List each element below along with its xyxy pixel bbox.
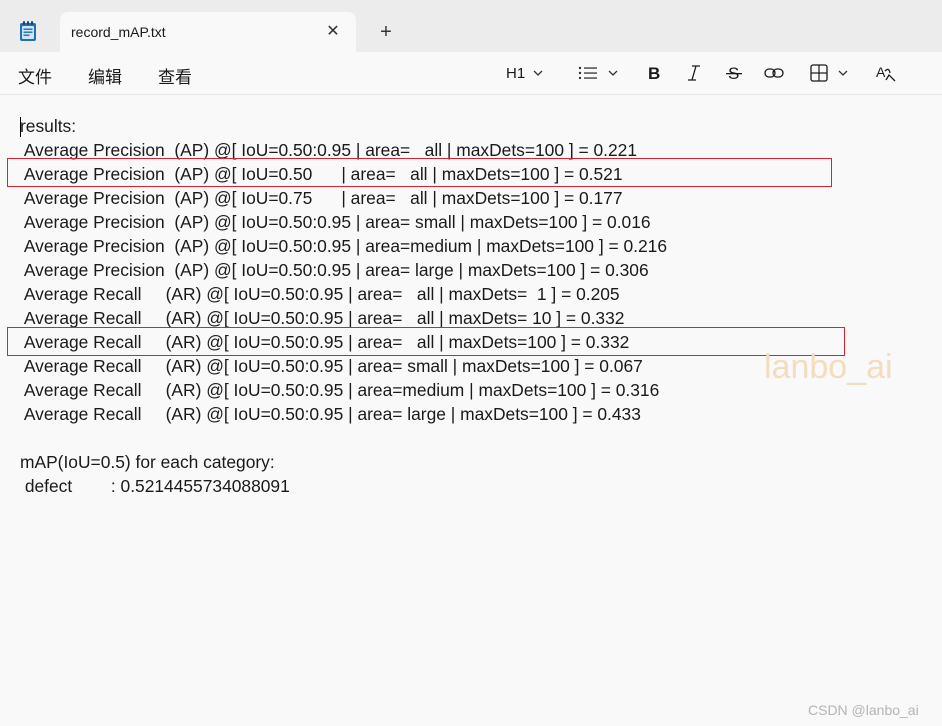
menu-view[interactable]: 查看 [158,63,192,88]
svg-text:A: A [876,64,886,80]
spellcheck-button[interactable]: A [876,61,896,85]
line-4: Average Precision (AP) @[ IoU=0.75 | are… [20,188,623,208]
italic-button[interactable] [686,61,702,85]
menu-bar: 文件 编辑 查看 H1 B S A [0,52,942,95]
line-5: Average Precision (AP) @[ IoU=0.50:0.95 … [20,212,651,232]
chevron-down-icon [533,70,543,76]
heading-label: H1 [506,64,526,82]
document-tab[interactable]: record_mAP.txt ✕ [60,12,356,54]
tab-bar: record_mAP.txt ✕ + [0,0,942,54]
new-tab-button[interactable]: + [374,20,398,44]
line-16: defect : 0.5214455734088091 [20,476,290,496]
svg-text:B: B [648,64,660,82]
watermark-text: lanbo_ai [764,348,893,386]
strikethrough-icon: S [726,64,742,82]
chevron-down-icon [608,70,618,76]
line-7: Average Precision (AP) @[ IoU=0.50:0.95 … [20,260,649,280]
notepad-icon [18,20,38,42]
bullet-list-icon [578,66,597,80]
strikethrough-button[interactable]: S [726,61,742,85]
menu-file[interactable]: 文件 [18,63,52,88]
bold-icon: B [648,64,660,82]
link-button[interactable] [764,61,784,85]
line-12: Average Recall (AR) @[ IoU=0.50:0.95 | a… [20,380,660,400]
line-8: Average Recall (AR) @[ IoU=0.50:0.95 | a… [20,284,620,304]
link-icon [764,68,784,78]
italic-icon [688,65,700,81]
line-15: mAP(IoU=0.5) for each category: [20,452,275,472]
bold-button[interactable]: B [646,61,662,85]
highlight-box-ar100 [7,327,845,356]
line-1: results: [20,116,77,136]
heading-dropdown[interactable]: H1 [506,61,543,85]
line-6: Average Precision (AP) @[ IoU=0.50:0.95 … [20,236,667,256]
table-dropdown[interactable] [810,61,848,85]
close-icon[interactable]: ✕ [324,23,342,41]
highlight-box-ap50 [7,158,832,187]
table-icon [810,64,828,82]
list-dropdown[interactable] [578,61,618,85]
tab-title: record_mAP.txt [71,24,166,40]
menu-edit[interactable]: 编辑 [88,63,122,88]
chevron-down-icon [838,70,848,76]
line-13: Average Recall (AR) @[ IoU=0.50:0.95 | a… [20,404,641,424]
spellcheck-icon: A [876,64,896,82]
csdn-credit: CSDN @lanbo_ai [808,702,919,718]
line-11: Average Recall (AR) @[ IoU=0.50:0.95 | a… [20,356,643,376]
